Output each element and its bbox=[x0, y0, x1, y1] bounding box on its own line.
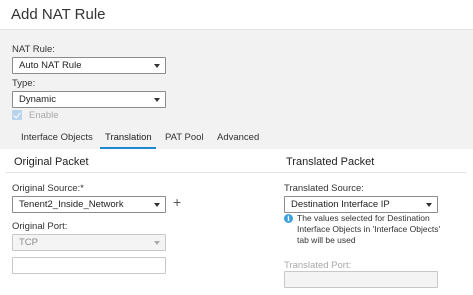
rule-form bbox=[0, 31, 473, 132]
type-label: Type: bbox=[12, 78, 36, 89]
dialog-header: Add NAT Rule bbox=[0, 0, 473, 30]
enable-label: Enable bbox=[29, 110, 59, 121]
original-port-value: TCP bbox=[19, 237, 38, 248]
original-source-label: Original Source:* bbox=[12, 183, 84, 194]
chevron-down-icon bbox=[154, 64, 160, 68]
original-source-select[interactable]: Tenent2_Inside_Network bbox=[12, 196, 166, 213]
dialog-title: Add NAT Rule bbox=[11, 6, 106, 23]
translated-source-value: Destination Interface IP bbox=[291, 199, 390, 210]
original-source-value: Tenent2_Inside_Network bbox=[19, 199, 124, 210]
original-port-label: Original Port: bbox=[12, 221, 68, 232]
info-icon: i bbox=[284, 214, 293, 223]
tab-advanced[interactable]: Advanced bbox=[217, 132, 259, 143]
tab-bar: Interface Objects Translation PAT Pool A… bbox=[0, 128, 473, 148]
translated-source-select[interactable]: Destination Interface IP bbox=[284, 196, 438, 213]
type-select[interactable]: Dynamic bbox=[12, 91, 166, 108]
enable-checkbox[interactable] bbox=[12, 110, 22, 120]
section-divider bbox=[6, 172, 466, 173]
original-port-input[interactable] bbox=[12, 257, 166, 274]
tab-translation[interactable]: Translation bbox=[105, 132, 152, 143]
nat-rule-select[interactable]: Auto NAT Rule bbox=[12, 57, 166, 74]
original-port-select[interactable]: TCP bbox=[12, 234, 166, 251]
chevron-down-icon bbox=[426, 203, 432, 207]
chevron-down-icon bbox=[154, 203, 160, 207]
original-packet-title: Original Packet bbox=[14, 156, 89, 168]
nat-rule-label: NAT Rule: bbox=[12, 44, 55, 55]
translated-port-label: Translated Port: bbox=[284, 260, 352, 271]
translated-packet-title: Translated Packet bbox=[286, 156, 375, 168]
type-value: Dynamic bbox=[19, 94, 56, 105]
tab-interface-objects[interactable]: Interface Objects bbox=[21, 132, 93, 143]
info-text: The values selected for Destination Inte… bbox=[297, 213, 441, 245]
chevron-down-icon bbox=[154, 98, 160, 102]
translated-source-label: Translated Source: bbox=[284, 183, 364, 194]
translated-port-input[interactable] bbox=[284, 271, 438, 288]
nat-rule-value: Auto NAT Rule bbox=[19, 60, 82, 71]
chevron-down-icon bbox=[154, 241, 160, 245]
tab-pat-pool[interactable]: PAT Pool bbox=[165, 132, 204, 143]
add-icon[interactable]: + bbox=[173, 195, 181, 209]
